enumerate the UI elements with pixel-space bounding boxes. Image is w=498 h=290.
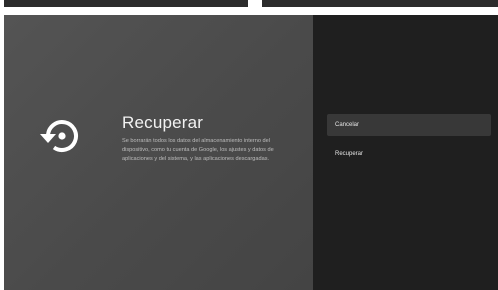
page-description: Se borrarán todos los datos del almacena… bbox=[122, 138, 274, 162]
restore-icon bbox=[40, 120, 78, 152]
top-frame-strip-right bbox=[262, 0, 498, 7]
cancel-button[interactable]: Cancelar bbox=[327, 114, 491, 136]
tv-screen: Recuperar Se borrarán todos los datos de… bbox=[4, 15, 498, 290]
restore-button[interactable]: Recuperar bbox=[327, 143, 491, 165]
screenshot: Recuperar Se borrarán todos los datos de… bbox=[0, 0, 498, 290]
info-panel: Recuperar Se borrarán todos los datos de… bbox=[4, 15, 313, 290]
actions-panel: Cancelar Recuperar bbox=[313, 15, 498, 290]
restore-button-label: Recuperar bbox=[335, 151, 364, 157]
page-title: Recuperar bbox=[122, 113, 204, 132]
top-frame-strip-left bbox=[4, 0, 248, 7]
cancel-button-label: Cancelar bbox=[335, 122, 360, 128]
